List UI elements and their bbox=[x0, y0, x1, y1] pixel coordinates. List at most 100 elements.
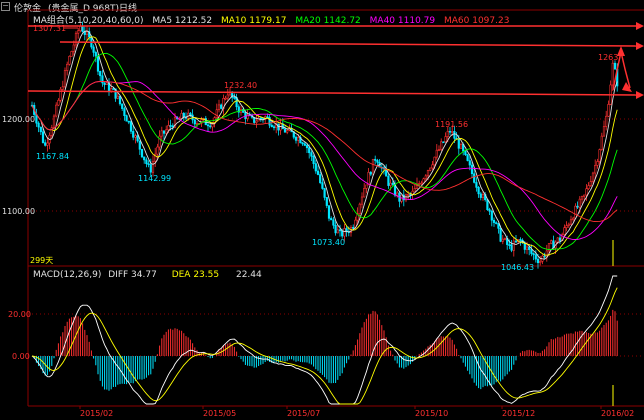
candle-body bbox=[407, 194, 410, 196]
candle-body bbox=[244, 112, 247, 119]
ma10-line bbox=[31, 36, 618, 256]
candle-body bbox=[312, 155, 315, 164]
candle-body bbox=[374, 158, 377, 161]
candle-body bbox=[558, 237, 562, 241]
candle-body bbox=[39, 126, 42, 133]
low-label-1046: 1046.43 bbox=[501, 263, 534, 272]
candle-body bbox=[332, 219, 335, 226]
candle-body bbox=[52, 115, 56, 128]
candle-body bbox=[565, 225, 568, 229]
candle-body bbox=[459, 144, 463, 149]
candle-body bbox=[442, 141, 445, 144]
candle-body bbox=[94, 52, 97, 57]
resistance-line-mid bbox=[59, 41, 637, 47]
candle-body bbox=[129, 121, 133, 132]
candle-body bbox=[165, 129, 168, 134]
candle-body bbox=[363, 188, 366, 198]
candle-body bbox=[578, 198, 581, 208]
candle-body bbox=[92, 46, 95, 53]
candle-body bbox=[259, 117, 262, 120]
candle-body bbox=[215, 109, 218, 118]
candle-body bbox=[563, 227, 566, 235]
candle-body bbox=[598, 149, 601, 162]
candle-body bbox=[497, 223, 500, 229]
moving-average-lines bbox=[31, 30, 618, 260]
candle-body bbox=[63, 70, 67, 88]
candle-body bbox=[305, 145, 309, 149]
candle-body bbox=[158, 135, 161, 148]
candle-body bbox=[294, 136, 298, 141]
candle-body bbox=[37, 122, 40, 128]
price-label-1200: 1200.00 bbox=[2, 115, 35, 124]
candle-body bbox=[358, 203, 361, 214]
candle-body bbox=[319, 174, 322, 183]
candle-body bbox=[41, 131, 45, 143]
candle-body bbox=[193, 119, 196, 125]
candle-body bbox=[572, 217, 575, 221]
candle-body bbox=[57, 99, 60, 106]
candle-body bbox=[136, 135, 139, 142]
candle-body bbox=[343, 228, 346, 237]
candle-body bbox=[308, 147, 311, 154]
candle-body bbox=[391, 182, 394, 185]
dea-line bbox=[31, 287, 618, 405]
candle-body bbox=[550, 240, 553, 244]
candle-body bbox=[543, 255, 546, 258]
candle-body bbox=[61, 86, 64, 90]
candle-body bbox=[473, 173, 476, 183]
candle-body bbox=[437, 149, 441, 151]
candle-body bbox=[583, 194, 586, 197]
candle-body bbox=[510, 244, 513, 251]
candle-body bbox=[567, 223, 570, 226]
candle-body bbox=[72, 44, 75, 52]
candle-body bbox=[453, 131, 456, 139]
candle-body bbox=[70, 51, 73, 57]
chart-window: − 伦敦金 (贵金属_D 968T)日线 MA组合(5,10,20,40,60,… bbox=[0, 0, 644, 420]
candle-body bbox=[301, 142, 304, 145]
candle-body bbox=[569, 219, 573, 225]
candle-body bbox=[270, 124, 273, 128]
candle-body bbox=[448, 130, 452, 133]
candle-body bbox=[431, 164, 434, 169]
candle-body bbox=[530, 249, 533, 254]
candle-body bbox=[387, 175, 390, 186]
date-label-2015-12: 2015/12 bbox=[502, 409, 535, 418]
candle-body bbox=[145, 159, 148, 165]
candle-body bbox=[589, 181, 592, 186]
price-chart[interactable]: 1200.00 1100.00 20.00 0.00 2015/02 2015/… bbox=[0, 0, 644, 420]
candle-body bbox=[220, 104, 223, 109]
candle-body bbox=[140, 148, 144, 158]
arrow-right-icon bbox=[636, 22, 644, 30]
candle-body bbox=[132, 131, 135, 138]
candle-body bbox=[316, 170, 320, 175]
candle-body bbox=[77, 30, 80, 34]
candle-body bbox=[457, 138, 460, 149]
candle-body bbox=[325, 197, 328, 206]
candle-body bbox=[468, 160, 471, 166]
candle-body bbox=[426, 170, 430, 177]
candle-body bbox=[435, 149, 438, 158]
candle-body bbox=[55, 104, 58, 117]
candle-body bbox=[594, 165, 597, 174]
candle-body bbox=[528, 246, 531, 250]
candle-body bbox=[314, 163, 317, 172]
candle-body bbox=[464, 150, 467, 155]
candle-body bbox=[180, 112, 183, 119]
candle-body bbox=[360, 196, 364, 205]
candle-body bbox=[534, 254, 537, 260]
candle-body bbox=[46, 142, 49, 146]
diff-line bbox=[31, 275, 618, 405]
low-label-1167: 1167.84 bbox=[36, 152, 69, 161]
candle-body bbox=[495, 222, 498, 224]
candle-body bbox=[327, 205, 331, 219]
arrow-right-icon bbox=[636, 91, 644, 99]
price-label-1100: 1100.00 bbox=[2, 207, 35, 216]
candle-body bbox=[371, 158, 375, 175]
candle-body bbox=[79, 25, 82, 32]
candle-body bbox=[574, 205, 577, 219]
candle-body bbox=[508, 244, 511, 246]
candle-body bbox=[451, 131, 454, 133]
candle-body bbox=[255, 120, 258, 123]
candle-body bbox=[96, 55, 100, 72]
candle-body bbox=[121, 103, 124, 109]
